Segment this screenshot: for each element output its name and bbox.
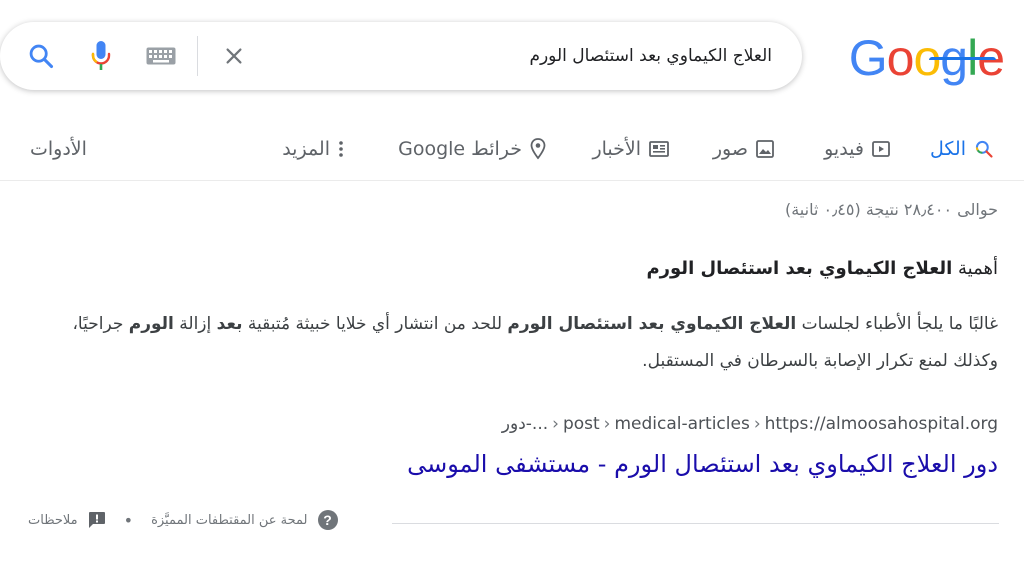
tabs-divider (0, 180, 1024, 181)
snippet-footer-divider (392, 523, 999, 524)
breadcrumb-separator: › (603, 414, 611, 434)
tab-label: الأخبار (592, 138, 641, 160)
feedback-link[interactable]: ملاحظات (28, 513, 78, 528)
snippet-bold: الورم (128, 314, 174, 334)
result-breadcrumb[interactable]: دور-... › post › medical-articles › https://al… (502, 414, 998, 434)
logo-letter: G (848, 30, 888, 86)
result-stats: حوالى ٢٨٫٤٠٠ نتيجة (٠٫٤٥ ثانية) (784, 200, 998, 219)
snippet-heading: أهمية العلاج الكيماوي بعد استئصال الورم (646, 258, 998, 279)
video-icon (872, 141, 890, 157)
map-pin-icon (530, 138, 546, 160)
search-results-page: Google العلاج الكيماوي بعد استئصال الورم (0, 0, 1024, 572)
search-icon (975, 140, 993, 158)
active-tab-indicator (929, 57, 996, 60)
tab-news[interactable]: الأخبار (592, 132, 669, 166)
snippet-heading-prefix: أهمية (952, 258, 998, 279)
clear-icon[interactable] (218, 22, 250, 90)
tab-more[interactable]: المزيد (282, 132, 344, 166)
snippet-footer: ملاحظات • لمحة عن المقتطفات المميَّزة ? (28, 510, 338, 530)
news-icon (649, 141, 669, 157)
breadcrumb-separator: › (552, 414, 559, 434)
snippet-text: غالبًا ما يلجأ الأطباء لجلسات العلاج الك… (68, 306, 998, 380)
image-icon (756, 140, 774, 158)
tab-label: الأدوات (30, 138, 87, 160)
snippet-part: غالبًا ما يلجأ الأطباء لجلسات (796, 314, 998, 334)
breadcrumb-path: دور-... (501, 414, 549, 434)
tab-all[interactable]: الكل (930, 132, 994, 166)
breadcrumb-separator: › (753, 414, 761, 434)
tab-label: خرائط Google (398, 138, 522, 160)
tab-images[interactable]: صور (713, 132, 774, 166)
search-box-divider (197, 36, 198, 76)
logo-letter: o (886, 30, 915, 86)
snippet-bold: العلاج الكيماوي بعد استئصال الورم (507, 314, 797, 334)
search-input[interactable]: العلاج الكيماوي بعد استئصال الورم (529, 22, 772, 90)
feedback-icon[interactable] (88, 511, 106, 529)
snippet-heading-bold: العلاج الكيماوي بعد استئصال الورم (646, 258, 953, 279)
mic-icon[interactable] (86, 22, 116, 90)
search-icon[interactable] (24, 22, 58, 90)
result-title-link[interactable]: دور العلاج الكيماوي بعد استئصال الورم - … (407, 450, 998, 478)
more-vert-icon (339, 141, 343, 157)
breadcrumb-path: post (562, 414, 600, 434)
tab-label: الكل (930, 138, 966, 160)
snippet-part: للحد من انتشار أي خلايا خبيثة مُتبقية (242, 314, 508, 334)
breadcrumb-domain: https://almoosahospital.org (764, 414, 998, 434)
tab-maps[interactable]: خرائط Google (398, 132, 546, 166)
snippet-bold: بعد (216, 314, 243, 334)
search-box[interactable]: العلاج الكيماوي بعد استئصال الورم (0, 22, 802, 90)
tab-label: فيديو (824, 138, 864, 160)
search-tabs: الكل فيديو صور الأخبار خرائط Google المز… (0, 120, 1024, 180)
keyboard-icon[interactable] (142, 22, 180, 90)
tab-label: المزيد (282, 138, 330, 160)
about-snippets-link[interactable]: لمحة عن المقتطفات المميَّزة (151, 513, 307, 528)
snippet-part: إزالة (173, 314, 217, 334)
tab-video[interactable]: فيديو (824, 132, 890, 166)
tab-label: صور (712, 138, 748, 160)
footer-dot: • (123, 510, 134, 530)
breadcrumb-path: medical-articles (614, 414, 750, 434)
tab-tools[interactable]: الأدوات (30, 132, 87, 166)
help-icon[interactable]: ? (317, 510, 338, 530)
